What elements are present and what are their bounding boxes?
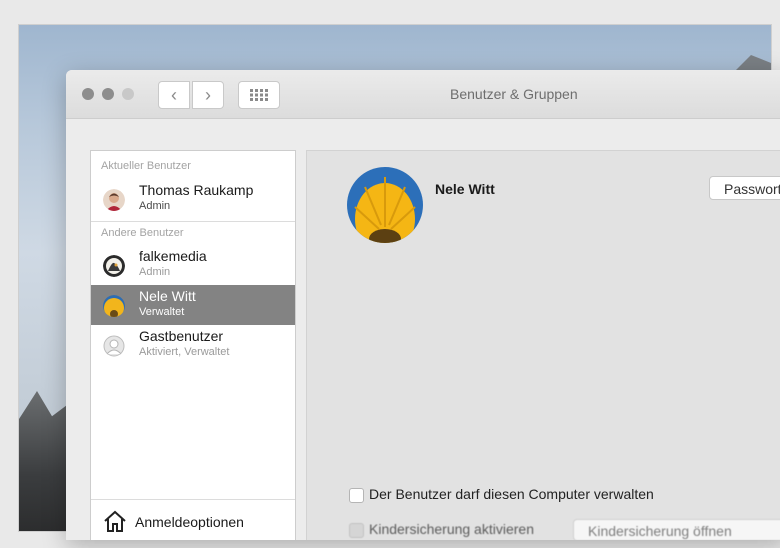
chevron-right-icon: › [205, 84, 211, 105]
sidebar-user-gastbenutzer[interactable]: Gastbenutzer Aktiviert, Verwaltet [91, 325, 295, 365]
login-options-label: Anmeldeoptionen [135, 514, 244, 530]
window-title: Benutzer & Gruppen [450, 86, 578, 102]
house-icon [104, 510, 126, 532]
grid-icon [250, 89, 268, 101]
user-name: Thomas Raukamp [139, 182, 254, 198]
allow-admin-label: Der Benutzer darf diesen Computer verwal… [369, 486, 654, 502]
user-role: Aktiviert, Verwaltet [139, 346, 230, 358]
user-name: Nele Witt [139, 288, 196, 304]
guest-user-icon [103, 335, 125, 357]
close-window-button[interactable] [82, 88, 94, 100]
show-all-button[interactable] [238, 81, 280, 109]
back-button[interactable]: ‹ [158, 81, 190, 109]
user-role: Admin [139, 266, 171, 278]
selected-user-name: Nele Witt [435, 181, 495, 197]
user-role: Admin [139, 200, 171, 212]
sidebar-user-falkemedia[interactable]: falkemedia Admin [91, 245, 295, 285]
sidebar-user-thomas-raukamp[interactable]: Thomas Raukamp Admin [91, 179, 295, 219]
open-parental-controls-button[interactable]: Kindersicherung öffnen [573, 519, 780, 540]
zoom-window-button[interactable] [122, 88, 134, 100]
allow-admin-checkbox[interactable] [349, 488, 364, 503]
preferences-window: ‹ › Benutzer & Gruppen Aktueller Benutze… [66, 70, 780, 540]
avatar [103, 189, 125, 211]
user-name: falkemedia [139, 248, 207, 264]
section-divider [91, 221, 295, 222]
user-role: Verwaltet [139, 306, 185, 318]
parental-controls-label: Kindersicherung aktivieren [369, 521, 534, 537]
user-picture[interactable] [347, 167, 423, 243]
login-options-item[interactable]: Anmeldeoptionen [91, 499, 295, 540]
minimize-window-button[interactable] [102, 88, 114, 100]
chevron-left-icon: ‹ [171, 84, 177, 105]
user-detail-panel: Nele Witt Passwort Der Benutzer darf die… [306, 150, 780, 540]
title-bar: ‹ › Benutzer & Gruppen [66, 70, 780, 119]
user-name: Gastbenutzer [139, 328, 224, 344]
current-user-section-label: Aktueller Benutzer [101, 160, 191, 172]
other-users-section-label: Andere Benutzer [101, 227, 184, 239]
forward-button[interactable]: › [192, 81, 224, 109]
parental-controls-checkbox[interactable] [349, 523, 364, 538]
avatar [103, 295, 125, 317]
change-password-button[interactable]: Passwort [709, 176, 780, 200]
avatar [103, 255, 125, 277]
sidebar-user-nele-witt[interactable]: Nele Witt Verwaltet [91, 285, 295, 325]
users-sidebar: Aktueller Benutzer Thomas Raukamp Admin … [90, 150, 296, 540]
